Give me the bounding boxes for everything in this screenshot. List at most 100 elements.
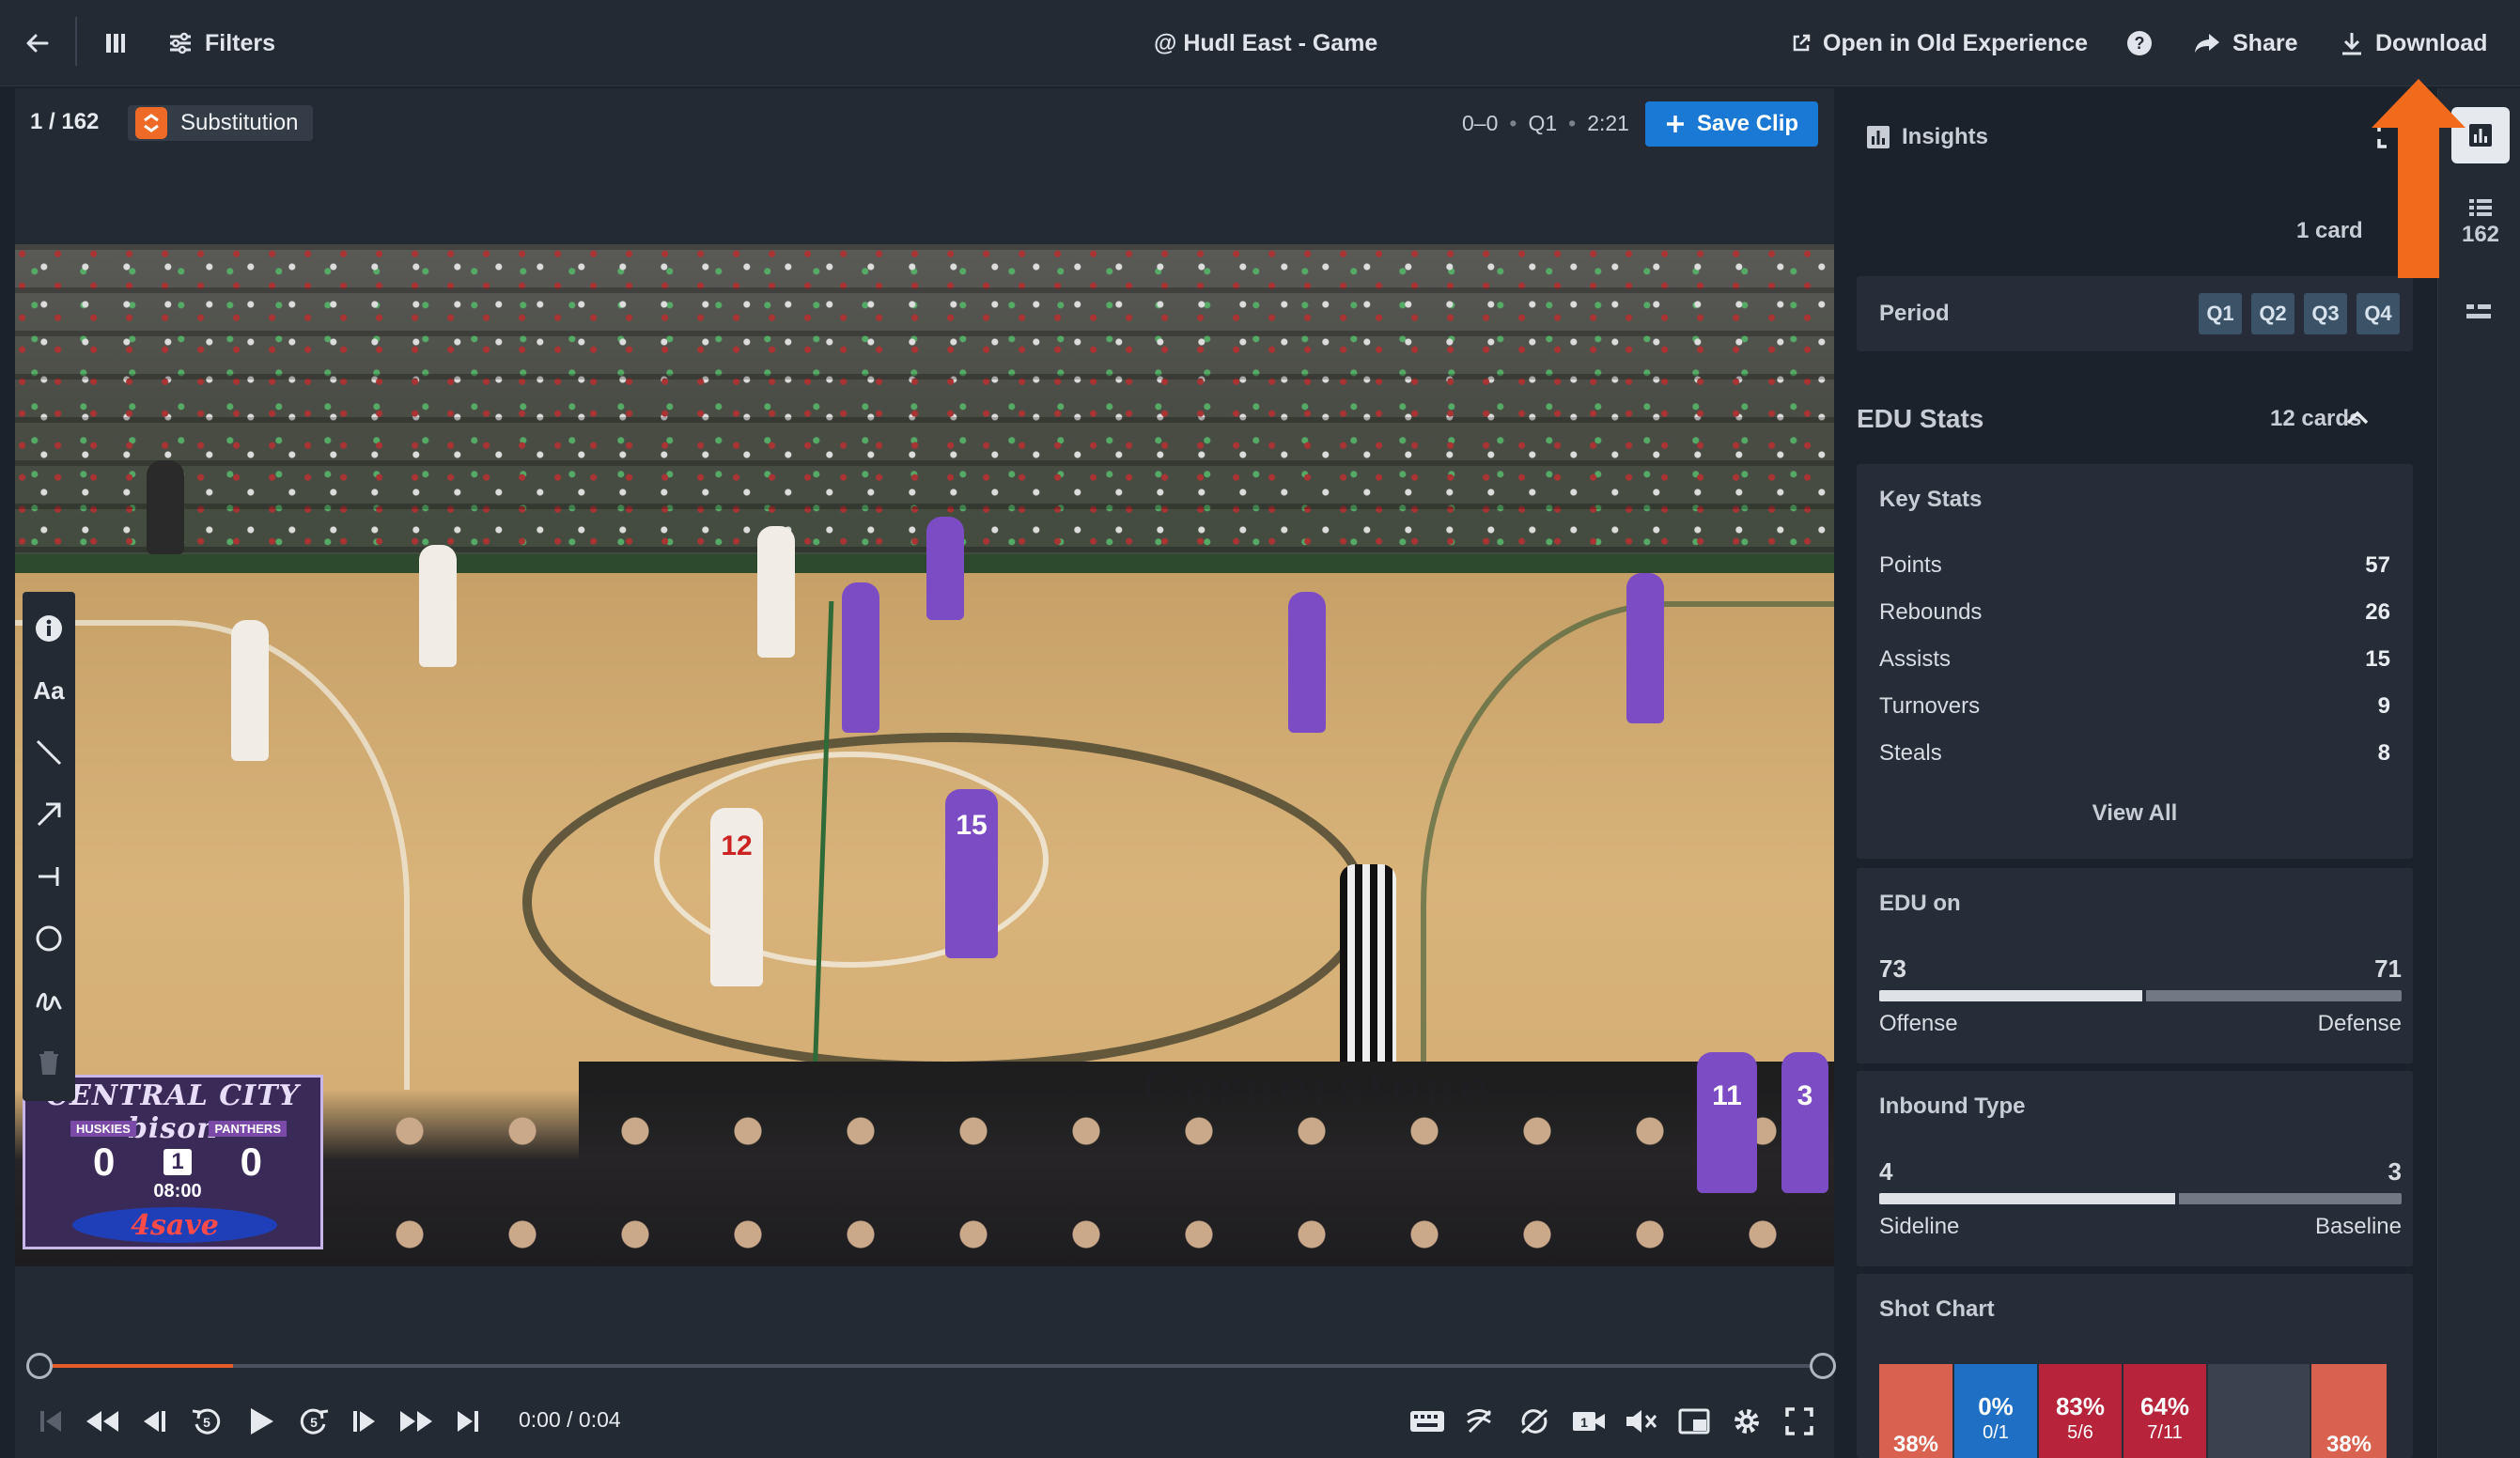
- open-old-experience-link[interactable]: Open in Old Experience: [1791, 0, 2088, 86]
- shot-chart-card: Shot Chart 38% 0% 0/1 83% 5/6 64% 7/11 3…: [1857, 1274, 2413, 1458]
- edu-on-title: EDU on: [1879, 891, 1961, 916]
- forward-5-icon: 5: [300, 1408, 329, 1435]
- insights-header: Insights: [1866, 124, 1988, 150]
- timeline-start-handle[interactable]: [26, 1353, 53, 1379]
- download-label: Download: [2375, 29, 2488, 56]
- settings-button[interactable]: [1725, 1398, 1768, 1445]
- scoreboard-scores: 0 1 0: [93, 1140, 262, 1185]
- shot-zone[interactable]: 38%: [1879, 1364, 1952, 1458]
- zone-fraction: 7/11: [2147, 1422, 2183, 1443]
- next-frame-button[interactable]: [346, 1398, 383, 1445]
- shot-zone[interactable]: 38%: [2311, 1364, 2387, 1458]
- download-icon: [2342, 33, 2361, 55]
- inbound-type-card: Inbound Type 4 3 Sideline Baseline: [1857, 1071, 2413, 1266]
- arrow-tool[interactable]: [23, 787, 75, 842]
- sidebar-toggle-button[interactable]: [103, 0, 128, 86]
- drawings-icon: [1467, 1409, 1492, 1434]
- drawings-toggle-button[interactable]: [1458, 1398, 1501, 1445]
- period-chip-q3[interactable]: Q3: [2304, 293, 2347, 334]
- loop-off-icon: [1520, 1408, 1548, 1435]
- picture-in-picture-button[interactable]: [1672, 1398, 1716, 1445]
- game-quarter: Q1: [1528, 111, 1558, 135]
- cards-count: 1 card: [2296, 218, 2363, 243]
- layout-icon: [2466, 304, 2491, 318]
- player-purple: [926, 517, 964, 620]
- save-clip-button[interactable]: Save Clip: [1645, 101, 1818, 147]
- jersey-number: 12: [721, 830, 753, 861]
- delete-drawing-tool[interactable]: [23, 1035, 75, 1090]
- save-clip-label: Save Clip: [1696, 111, 1799, 136]
- t-line-tool[interactable]: [23, 849, 75, 904]
- layout-tab-button[interactable]: [2465, 301, 2493, 328]
- view-all-button[interactable]: View All: [1857, 800, 2413, 827]
- bench-player-3: 3: [1781, 1052, 1828, 1193]
- fullscreen-icon: [1785, 1407, 1813, 1435]
- period-chip-q4[interactable]: Q4: [2357, 293, 2400, 334]
- mute-button[interactable]: [1620, 1398, 1663, 1445]
- shot-zone[interactable]: 0% 0/1: [1954, 1364, 2037, 1458]
- scoreboard-quarter: 1: [163, 1149, 192, 1175]
- single-angle-button[interactable]: 1: [1567, 1398, 1610, 1445]
- clip-tag[interactable]: Substitution: [128, 105, 314, 141]
- columns-icon: [106, 34, 125, 53]
- stat-label: Rebounds: [1879, 599, 1983, 625]
- timeline-end-handle[interactable]: [1810, 1353, 1836, 1379]
- stat-value: 15: [2365, 646, 2390, 672]
- skip-start-icon: [40, 1411, 61, 1432]
- skip-to-start-button[interactable]: [32, 1398, 70, 1445]
- share-button[interactable]: Share: [2193, 0, 2297, 86]
- line-tool[interactable]: [23, 725, 75, 780]
- circle-tool[interactable]: [23, 911, 75, 966]
- page-title: @ Hudl East - Game: [1154, 0, 1377, 86]
- rewind-button[interactable]: [81, 1398, 124, 1445]
- defense-value: 71: [2374, 954, 2402, 983]
- fast-forward-button[interactable]: [395, 1398, 438, 1445]
- fullscreen-button[interactable]: [1778, 1398, 1821, 1445]
- defense-label: Defense: [2317, 1011, 2402, 1036]
- play-button[interactable]: [241, 1398, 282, 1445]
- skip-to-end-button[interactable]: [449, 1398, 487, 1445]
- game-clock: 2:21: [1587, 111, 1629, 135]
- help-button[interactable]: ?: [2125, 0, 2154, 86]
- game-score: 0–0: [1462, 111, 1499, 135]
- filters-button[interactable]: Filters: [167, 0, 275, 86]
- separator-dot: •: [1509, 111, 1517, 135]
- keyboard-icon: [1410, 1411, 1444, 1432]
- freehand-tool[interactable]: [23, 973, 75, 1028]
- annotation-arrow-icon: [2372, 79, 2466, 278]
- replay-5s-button[interactable]: 5: [186, 1398, 227, 1445]
- zone-pct: 38%: [2326, 1432, 2372, 1457]
- player-white: [419, 545, 457, 667]
- fast-forward-icon: [400, 1411, 432, 1432]
- shot-zone[interactable]: [2208, 1364, 2310, 1458]
- bar-divider: [2141, 990, 2146, 1001]
- baseline-label: Baseline: [2314, 1214, 2402, 1239]
- collapse-edu-stats-button[interactable]: [2343, 404, 2372, 437]
- download-button[interactable]: Download: [2340, 0, 2487, 86]
- shot-zone[interactable]: 64% 7/11: [2123, 1364, 2206, 1458]
- referee: [147, 460, 184, 554]
- shot-zone[interactable]: 83% 5/6: [2039, 1364, 2122, 1458]
- video-frame[interactable]: 12 15 Cornerstone 11 3 CENTRAL CITY biso…: [15, 244, 1834, 1266]
- back-button[interactable]: [24, 0, 51, 86]
- edu-on-labels: Offense Defense: [1879, 1011, 2402, 1037]
- forward-5s-button[interactable]: 5: [293, 1398, 334, 1445]
- info-tool[interactable]: [23, 601, 75, 656]
- text-tool[interactable]: Aa: [23, 663, 75, 718]
- filters-label: Filters: [205, 29, 276, 56]
- period-chip-q1[interactable]: Q1: [2199, 293, 2242, 334]
- keyboard-shortcuts-button[interactable]: [1406, 1398, 1449, 1445]
- loop-toggle-button[interactable]: [1513, 1398, 1556, 1445]
- timeline-scrubber[interactable]: [26, 1353, 1836, 1379]
- stat-row-rebounds: Rebounds 26: [1879, 599, 2390, 626]
- stat-row-turnovers: Turnovers 9: [1879, 693, 2390, 720]
- info-icon: [36, 615, 62, 642]
- substitution-icon: [135, 107, 167, 139]
- clips-count: 162: [2461, 222, 2500, 247]
- period-chip-q2[interactable]: Q2: [2251, 293, 2294, 334]
- timeline-progress: [36, 1364, 234, 1368]
- previous-frame-button[interactable]: [135, 1398, 173, 1445]
- edu-on-bar: [1879, 990, 2402, 1001]
- right-rail: 162: [2437, 88, 2520, 1458]
- edu-stats-title: EDU Stats: [1857, 404, 1984, 433]
